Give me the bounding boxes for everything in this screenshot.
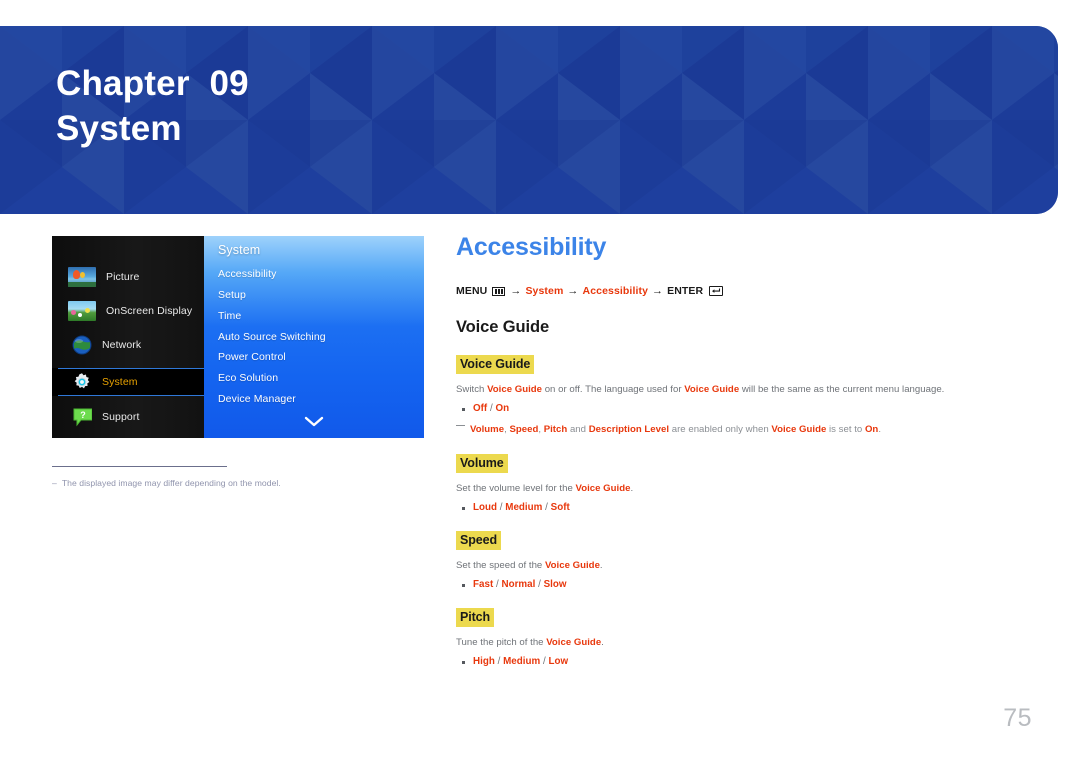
menu-icon	[492, 286, 506, 296]
section-volume: Volume Set the volume level for the Voic…	[456, 454, 1016, 513]
osd-item-time[interactable]: Time	[218, 310, 241, 322]
osd-item-setup[interactable]: Setup	[218, 289, 246, 301]
section-options: High / Medium / Low	[456, 656, 1016, 667]
help-bubble-icon: ?	[72, 407, 92, 427]
section-title-badge: Pitch	[456, 608, 495, 627]
osd-panel-header: System	[218, 243, 261, 257]
chevron-down-icon[interactable]	[304, 414, 324, 432]
section-heading-voice-guide: Voice Guide	[456, 318, 550, 336]
footnote-text: The displayed image may differ depending…	[61, 478, 281, 488]
gear-icon	[72, 372, 92, 392]
manual-page: Chapter 09 System Picture OnScreen Displ…	[0, 0, 1080, 763]
osd-category-label: Picture	[106, 271, 140, 283]
section-speed: Speed Set the speed of the Voice Guide. …	[456, 531, 1016, 590]
page-title: Accessibility	[456, 233, 607, 261]
footnote-dash: –	[52, 478, 57, 488]
banner-title-group: Chapter 09 System	[56, 62, 249, 152]
osd-item-accessibility[interactable]: Accessibility	[218, 268, 276, 280]
section-title-badge: Voice Guide	[456, 355, 535, 374]
globe-icon	[72, 335, 92, 355]
osd-category-label: Support	[102, 411, 140, 423]
osd-category-system[interactable]: System	[52, 368, 205, 396]
osd-category-label: System	[102, 376, 138, 388]
section-title-badge: Speed	[456, 531, 502, 550]
section-options: Off / On	[456, 403, 1016, 414]
osd-category-support[interactable]: ? Support	[52, 403, 204, 431]
onscreen-display-icon	[68, 301, 96, 321]
page-number: 75	[1003, 704, 1032, 732]
breadcrumb-enter-label: ENTER	[667, 285, 704, 297]
section-description: Tune the pitch of the Voice Guide.	[456, 637, 604, 648]
osd-submenu-panel: System Accessibility Setup Time Auto Sou…	[204, 236, 424, 438]
section-options: Fast / Normal / Slow	[456, 579, 1016, 590]
breadcrumb-arrow-2: →	[567, 285, 579, 297]
chapter-label: Chapter 09	[56, 64, 249, 103]
section-description: Set the volume level for the Voice Guide…	[456, 483, 634, 494]
osd-item-device-manager[interactable]: Device Manager	[218, 393, 296, 405]
breadcrumb: MENU → System → Accessibility → ENTER	[456, 285, 1016, 297]
svg-text:?: ?	[80, 410, 86, 420]
breadcrumb-arrow-1: →	[510, 285, 522, 297]
osd-category-label: Network	[102, 339, 142, 351]
enter-icon	[709, 286, 724, 296]
osd-menu-screenshot: Picture OnScreen Display Network System …	[52, 236, 424, 438]
footnote-divider	[52, 466, 227, 467]
content-column: Accessibility MENU → System → Accessibil…	[456, 232, 1016, 667]
section-voice-guide: Voice Guide Switch Voice Guide on or off…	[456, 355, 1016, 436]
osd-item-auto-source-switching[interactable]: Auto Source Switching	[218, 331, 326, 343]
osd-category-onscreen-display[interactable]: OnScreen Display	[52, 297, 204, 325]
breadcrumb-crumb-accessibility[interactable]: Accessibility	[583, 285, 649, 297]
osd-footnote: – The displayed image may differ dependin…	[52, 478, 412, 488]
osd-category-panel: Picture OnScreen Display Network System …	[52, 236, 205, 438]
picture-icon	[68, 267, 96, 287]
section-pitch: Pitch Tune the pitch of the Voice Guide.…	[456, 608, 1016, 667]
breadcrumb-crumb-system[interactable]: System	[525, 285, 563, 297]
section-options: Loud / Medium / Soft	[456, 502, 1016, 513]
section-description: Switch Voice Guide on or off. The langua…	[456, 384, 945, 395]
osd-item-power-control[interactable]: Power Control	[218, 351, 286, 363]
osd-category-network[interactable]: Network	[52, 331, 204, 359]
osd-item-eco-solution[interactable]: Eco Solution	[218, 372, 278, 384]
chapter-title: System	[56, 109, 182, 148]
breadcrumb-arrow-3: →	[652, 285, 664, 297]
chapter-banner: Chapter 09 System	[0, 26, 1058, 214]
section-note: Volume, Speed, Pitch and Description Lev…	[456, 423, 1016, 436]
section-title-badge: Volume	[456, 454, 508, 473]
section-description: Set the speed of the Voice Guide.	[456, 560, 603, 571]
osd-category-label: OnScreen Display	[106, 305, 193, 317]
osd-category-picture[interactable]: Picture	[52, 263, 204, 291]
breadcrumb-menu-label: MENU	[456, 285, 488, 297]
